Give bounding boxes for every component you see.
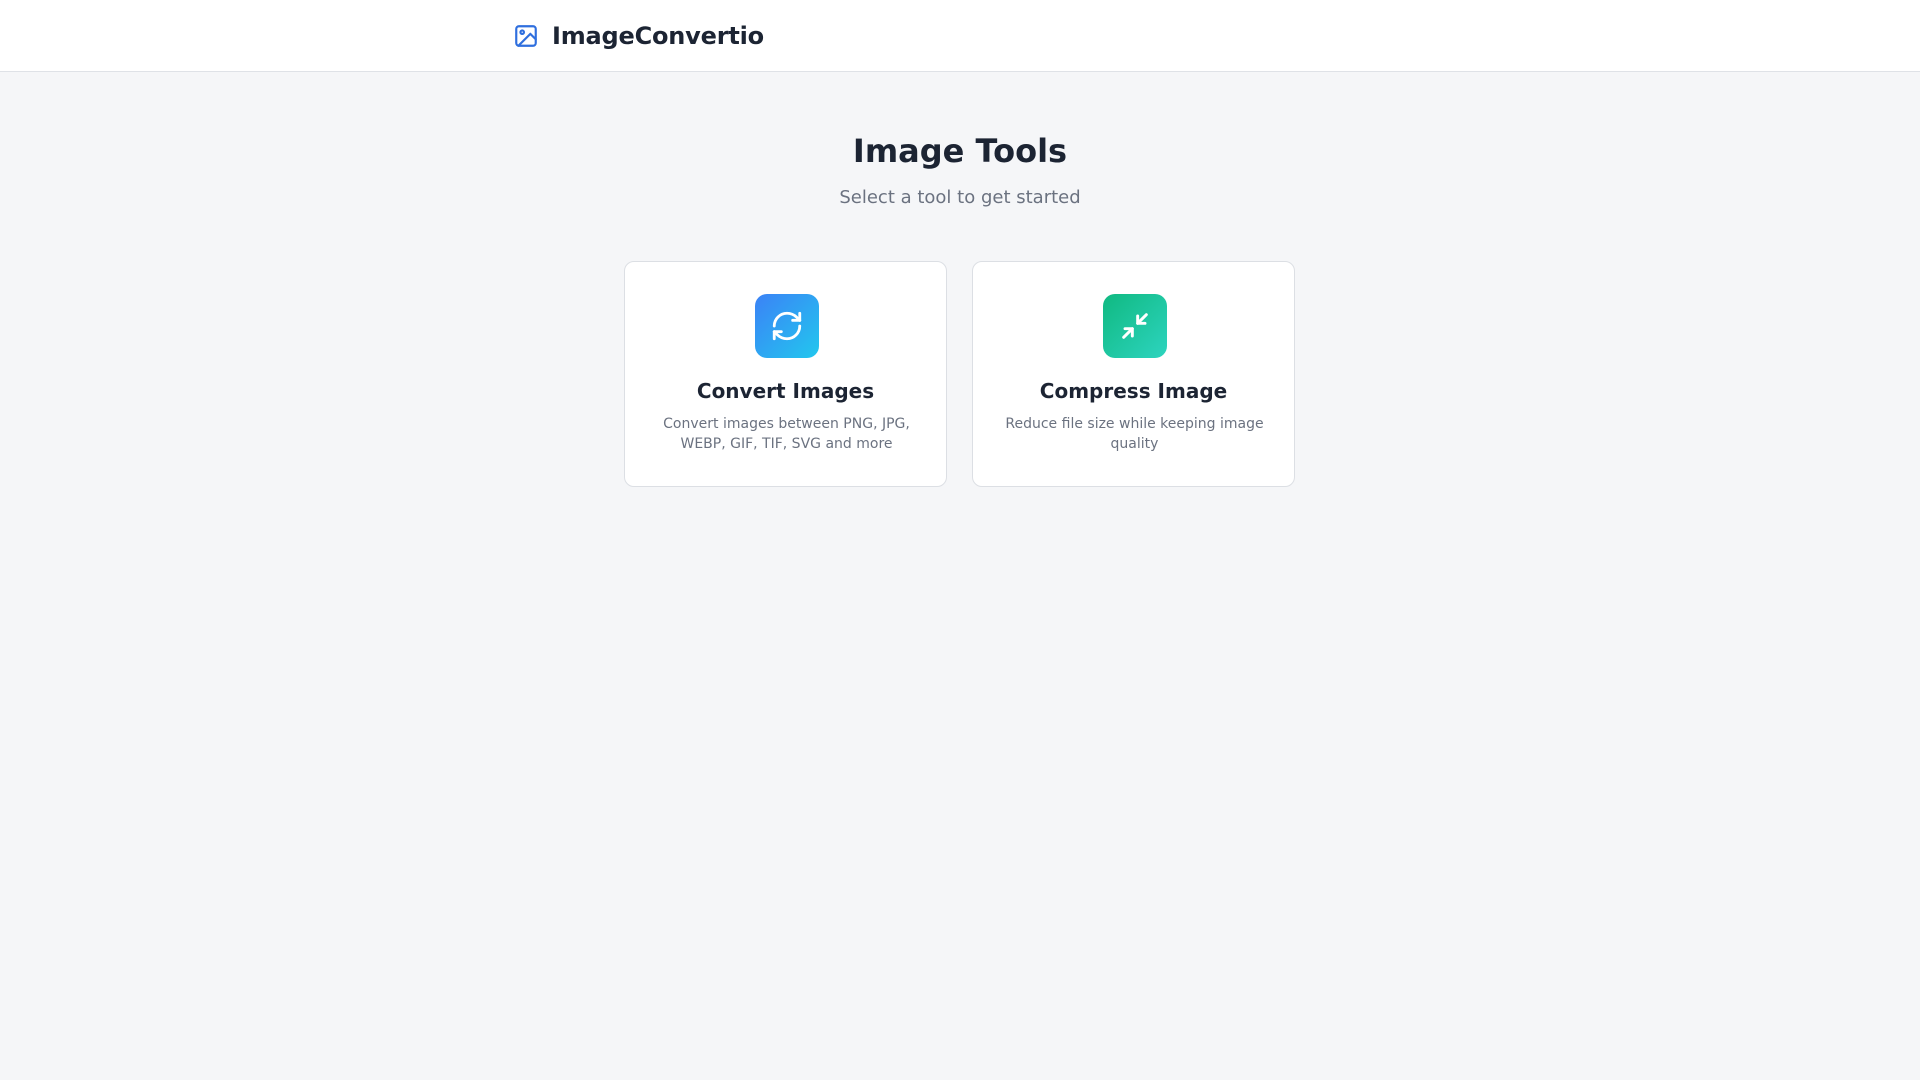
top-navbar: ImageConvertio — [0, 0, 1920, 72]
page-title: Image Tools — [852, 132, 1068, 170]
card-description: Convert images between PNG, JPG, WEBP, G… — [663, 416, 910, 452]
image-icon — [512, 22, 540, 50]
card-title: Convert Images — [696, 379, 875, 403]
card-title: Compress Image — [1039, 379, 1228, 403]
brand-name: ImageConvertio — [552, 22, 764, 50]
compress-image-card[interactable]: Compress Image Reduce file size while ke… — [972, 261, 1295, 487]
convert-images-card[interactable]: Convert Images Convert images between PN… — [624, 261, 947, 487]
compress-icon — [1103, 294, 1167, 358]
refresh-icon — [755, 294, 819, 358]
card-description: Reduce file size while keeping image qua… — [1005, 416, 1264, 452]
page-subtitle: Select a tool to get started — [839, 187, 1081, 208]
brand-logo-link[interactable]: ImageConvertio — [512, 16, 764, 56]
